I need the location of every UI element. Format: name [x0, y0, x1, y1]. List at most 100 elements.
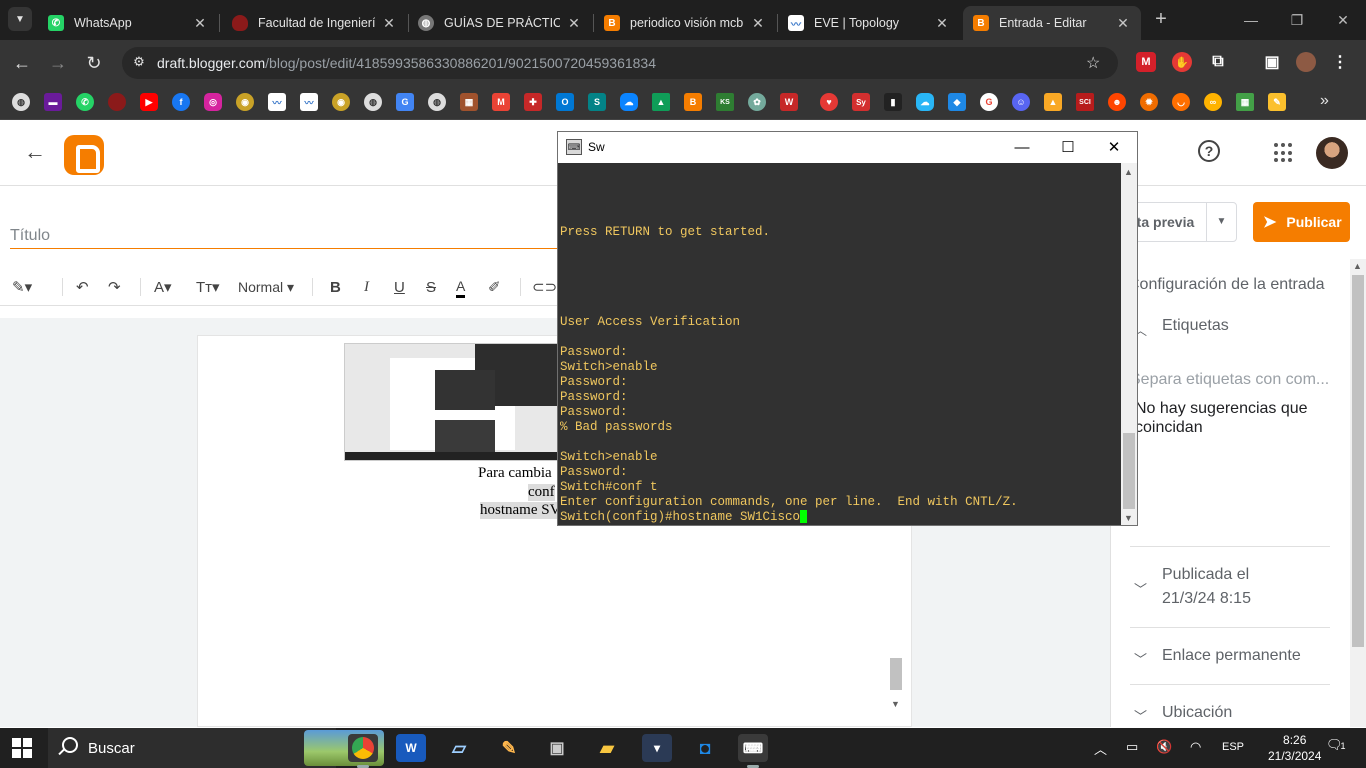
tab-entrada-editar[interactable]: B Entrada - Editar ✕ [963, 6, 1141, 40]
app-icon[interactable]: ▾ [642, 734, 672, 762]
bookmark-icon[interactable]: ◉ [332, 93, 350, 111]
labels-heading[interactable]: Etiquetas [1162, 317, 1229, 335]
scroll-up-icon[interactable]: ▲ [1353, 261, 1362, 271]
reload-icon[interactable]: ↻ [81, 50, 107, 76]
bookmark-star-icon[interactable]: ☆ [1086, 53, 1100, 73]
chevron-down-icon[interactable]: ▼ [1206, 203, 1236, 241]
bookmark-icon[interactable]: ◆ [948, 93, 966, 111]
extension-icon[interactable]: ✋ [1172, 52, 1192, 72]
extensions-puzzle-icon[interactable]: ⧉ [1208, 52, 1228, 72]
chevron-down-icon[interactable]: ﹀ [1134, 579, 1147, 598]
maximize-button[interactable]: ☐ [1045, 132, 1091, 163]
language-indicator[interactable]: ESP [1222, 741, 1244, 753]
clock[interactable]: 8:26 21/3/2024 [1268, 732, 1321, 764]
photos-icon[interactable]: ▣ [542, 734, 572, 762]
putty-titlebar[interactable]: ⌨ Sw — ☐ ✕ [558, 132, 1137, 163]
scroll-up-icon[interactable]: ▲ [1124, 167, 1133, 177]
taskbar-search-box[interactable]: Buscar [48, 728, 384, 768]
word-icon[interactable]: W [396, 734, 426, 762]
tab-facultad[interactable]: Facultad de Ingeniería ✕ [222, 6, 407, 40]
notes-icon[interactable]: ▱ [444, 734, 474, 762]
italic-icon[interactable]: I [364, 276, 369, 298]
bookmark-icon[interactable] [108, 93, 126, 111]
bookmark-icon[interactable]: f [172, 93, 190, 111]
chevron-down-icon[interactable]: ﹀ [1134, 649, 1147, 668]
profile-avatar[interactable] [1296, 52, 1316, 72]
menu-icon[interactable]: ⋮ [1330, 52, 1350, 72]
bookmark-icon[interactable]: ◍ [364, 93, 382, 111]
file-explorer-icon[interactable]: ▰ [592, 734, 622, 762]
link-icon[interactable]: ⊂⊃ [532, 276, 557, 298]
close-window-button[interactable]: ✕ [1320, 6, 1366, 34]
font-family-icon[interactable]: A▾ [154, 276, 172, 298]
bold-icon[interactable]: B [330, 276, 341, 298]
back-icon[interactable]: ← [9, 50, 35, 76]
restore-window-button[interactable]: ❐ [1274, 6, 1320, 34]
publish-button[interactable]: ➤ Publicar [1253, 202, 1350, 242]
bookmark-icon[interactable]: M [492, 93, 510, 111]
extension-icon[interactable]: M [1136, 52, 1156, 72]
apps-grid-icon[interactable] [1274, 143, 1294, 163]
bookmark-icon[interactable]: SCI [1076, 93, 1094, 111]
bookmark-icon[interactable]: ✚ [524, 93, 542, 111]
font-size-icon[interactable]: Tт▾ [196, 276, 220, 298]
bookmark-icon[interactable]: ☺ [1012, 93, 1030, 111]
bookmark-icon[interactable]: ✿ [748, 93, 766, 111]
compose-mode-icon[interactable]: ✎▾ [12, 276, 32, 298]
bookmark-icon[interactable]: ◍ [12, 93, 30, 111]
close-tab-icon[interactable]: ✕ [566, 15, 582, 32]
bookmark-icon[interactable]: ◡ [1172, 93, 1190, 111]
bookmark-icon[interactable]: KS [716, 93, 734, 111]
bookmark-icon[interactable]: 〰 [268, 93, 286, 111]
bookmark-icon[interactable]: ▶ [140, 93, 158, 111]
address-bar[interactable]: draft.blogger.com/blog/post/edit/4185993… [122, 47, 1118, 79]
bookmark-icon[interactable]: ▮ [884, 93, 902, 111]
scroll-down-icon[interactable]: ▼ [1124, 513, 1133, 523]
bookmark-icon[interactable]: S [588, 93, 606, 111]
bookmark-icon[interactable]: ▲ [1044, 93, 1062, 111]
close-tab-icon[interactable]: ✕ [192, 15, 208, 32]
bookmark-icon[interactable]: ◎ [204, 93, 222, 111]
bookmark-icon[interactable]: ☻ [1108, 93, 1126, 111]
paint-icon[interactable]: ✎ [494, 734, 524, 762]
terminal-scrollbar[interactable]: ▲ ▼ [1121, 163, 1137, 525]
embedded-screenshot-image[interactable] [344, 343, 558, 461]
bookmark-icon[interactable]: ◍ [428, 93, 446, 111]
close-tab-icon[interactable]: ✕ [1115, 15, 1131, 32]
panel-scrollbar[interactable]: ▲ [1350, 259, 1366, 727]
bookmark-icon[interactable]: ☁ [916, 93, 934, 111]
close-tab-icon[interactable]: ✕ [750, 15, 766, 32]
published-label[interactable]: Publicada el [1162, 566, 1249, 584]
labels-input[interactable]: Separa etiquetas con com... [1130, 371, 1329, 389]
wifi-icon[interactable]: ◠ [1190, 739, 1201, 755]
bookmark-icon[interactable]: G [396, 93, 414, 111]
app-icon[interactable]: ◘ [690, 734, 720, 762]
strikethrough-icon[interactable]: S [426, 276, 436, 298]
putty-taskbar-icon[interactable]: ⌨ [738, 734, 768, 768]
bookmark-icon[interactable]: ▲ [652, 93, 670, 111]
bookmark-icon[interactable]: G [980, 93, 998, 111]
show-hidden-icons[interactable]: ︿ [1094, 739, 1107, 758]
bookmark-icon[interactable]: ✎ [1268, 93, 1286, 111]
notifications-icon[interactable]: 🗨1 [1326, 737, 1346, 753]
more-bookmarks-icon[interactable]: » [1320, 92, 1329, 110]
bookmark-icon[interactable]: ▦ [460, 93, 478, 111]
bookmark-icon[interactable]: O [556, 93, 574, 111]
post-title-input[interactable]: Título [10, 225, 560, 249]
tab-eve-topology[interactable]: 〰 EVE | Topology ✕ [778, 6, 960, 40]
panel-scroll-thumb[interactable] [1352, 275, 1364, 647]
highlight-icon[interactable]: ✐ [488, 276, 501, 298]
chrome-icon[interactable] [348, 734, 378, 768]
redo-icon[interactable]: ↷ [108, 276, 121, 298]
bookmark-icon[interactable]: ✆ [76, 93, 94, 111]
terminal-output[interactable]: Press RETURN to get started. User Access… [558, 163, 1121, 525]
underline-icon[interactable]: U [394, 276, 405, 298]
account-avatar[interactable] [1316, 137, 1348, 169]
bookmark-icon[interactable]: 〰 [300, 93, 318, 111]
help-icon[interactable]: ? [1198, 140, 1220, 162]
bookmark-icon[interactable]: ✹ [1140, 93, 1158, 111]
windows-start-icon[interactable] [12, 738, 32, 758]
bookmark-icon[interactable]: W [780, 93, 798, 111]
bookmark-icon[interactable]: ♥ [820, 93, 838, 111]
bookmark-icon[interactable]: ▬ [44, 93, 62, 111]
